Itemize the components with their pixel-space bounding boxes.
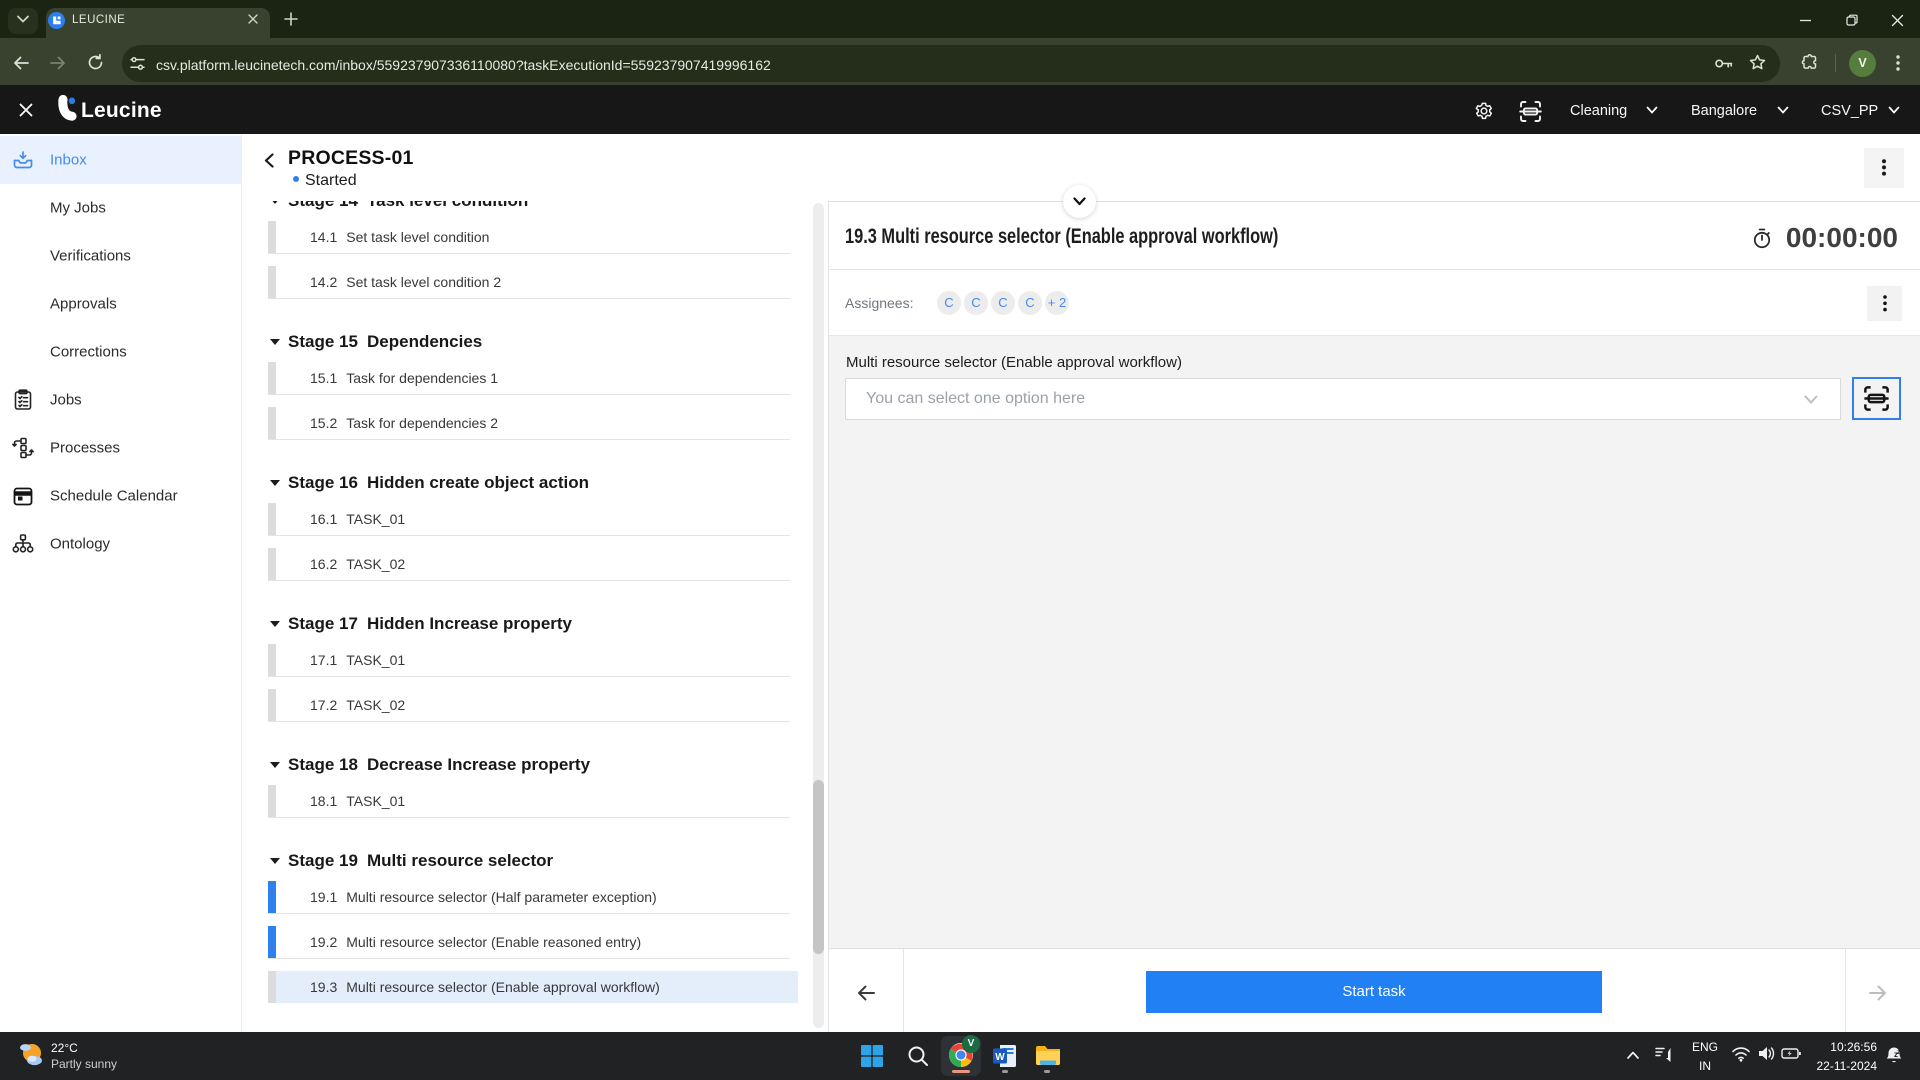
svg-text:z: z	[1894, 1050, 1898, 1059]
svg-text:W: W	[995, 1052, 1005, 1063]
